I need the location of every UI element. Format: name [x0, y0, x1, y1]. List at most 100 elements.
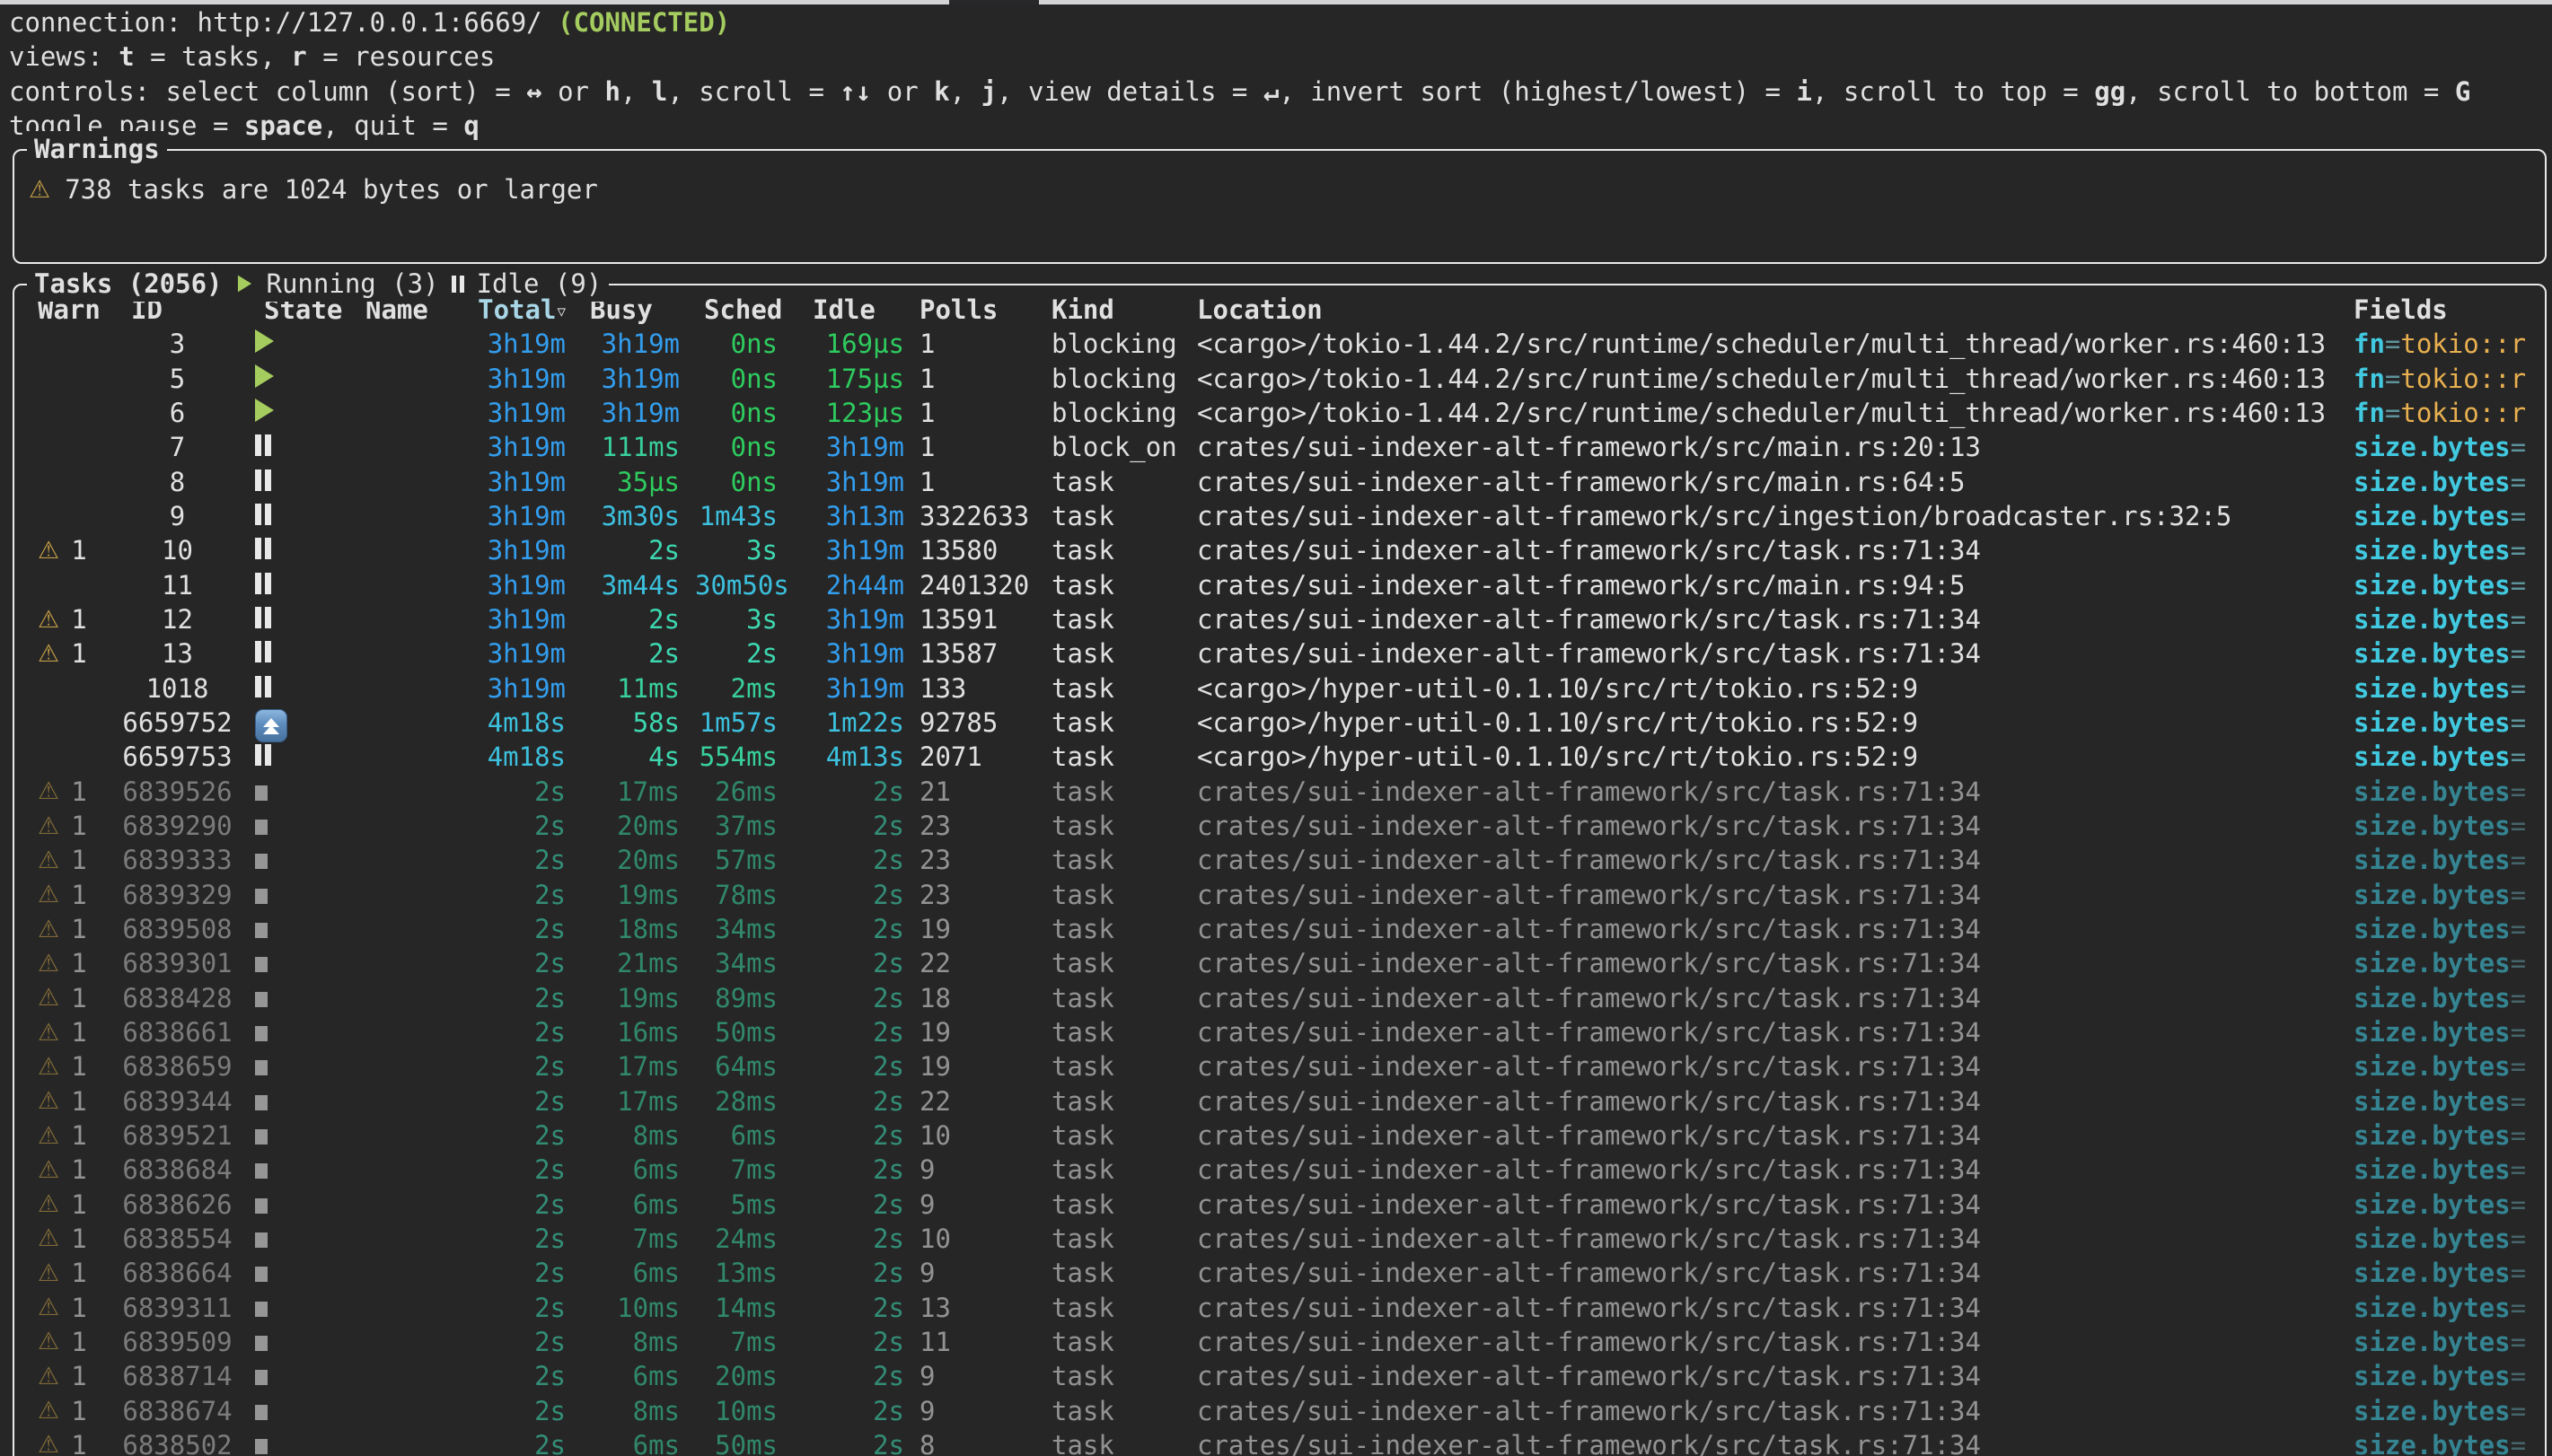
field-key: size.bytes	[2354, 811, 2511, 841]
polls-count: 1	[920, 329, 1036, 359]
idle-duration: 2s	[793, 948, 904, 978]
busy-duration: 17ms	[581, 1086, 680, 1117]
task-fields: size.bytes=	[2354, 1396, 2545, 1426]
warn-count: 1	[71, 1086, 86, 1117]
task-row[interactable]: 93h19m3m30s1m43s3h13m3322633taskcrates/s…	[14, 499, 2545, 533]
task-row[interactable]: 66597524m18s58s1m57s1m22s92785task<cargo…	[14, 706, 2545, 740]
task-row[interactable]: ⚠1123h19m2s3s3h19m13591taskcrates/sui-in…	[14, 602, 2545, 636]
task-row[interactable]: ⚠168386612s16ms50ms2s19taskcrates/sui-in…	[14, 1015, 2545, 1049]
state-cell	[255, 398, 364, 428]
state-cell	[255, 741, 364, 772]
idle-state-icon	[255, 434, 271, 456]
task-row[interactable]: ⚠168384282s19ms89ms2s18taskcrates/sui-in…	[14, 981, 2545, 1015]
busy-duration: 8ms	[581, 1396, 680, 1426]
task-row[interactable]: ⚠168393012s21ms34ms2s22taskcrates/sui-in…	[14, 946, 2545, 980]
task-row[interactable]: ⚠1103h19m2s3s3h19m13580taskcrates/sui-in…	[14, 533, 2545, 567]
task-row[interactable]: ⚠168395092s8ms7ms2s11taskcrates/sui-inde…	[14, 1325, 2545, 1359]
task-row[interactable]: 33h19m3h19m0ns169µs1blocking<cargo>/toki…	[14, 327, 2545, 361]
task-row[interactable]: 53h19m3h19m0ns175µs1blocking<cargo>/toki…	[14, 362, 2545, 396]
task-location: crates/sui-indexer-alt-framework/src/tas…	[1197, 638, 2354, 669]
field-key: size.bytes	[2354, 1430, 2511, 1456]
task-row[interactable]: ⚠168386592s17ms64ms2s19taskcrates/sui-in…	[14, 1049, 2545, 1083]
task-fields: size.bytes=	[2354, 638, 2545, 669]
field-separator: =	[2511, 1120, 2526, 1151]
col-header-total-sorted[interactable]: Total▿	[472, 294, 566, 325]
warn-cell: ⚠1	[38, 1293, 115, 1323]
task-id: 12	[115, 604, 240, 635]
idle-duration: 123µs	[793, 398, 904, 428]
col-header-kind[interactable]: Kind	[1052, 294, 1182, 325]
task-row[interactable]: 66597534m18s4s554ms4m13s2071task<cargo>/…	[14, 740, 2545, 774]
busy-duration: 35µs	[581, 467, 680, 497]
warn-cell: ⚠1	[38, 1361, 115, 1391]
task-location: crates/sui-indexer-alt-framework/src/tas…	[1197, 1293, 2354, 1323]
polls-count: 10	[920, 1120, 1036, 1151]
task-kind: task	[1052, 501, 1182, 531]
warning-triangle-icon: ⚠	[38, 1190, 59, 1218]
task-row[interactable]: 10183h19m11ms2ms3h19m133task<cargo>/hype…	[14, 671, 2545, 706]
task-kind: task	[1052, 1361, 1182, 1391]
field-separator: =	[2511, 811, 2526, 841]
col-header-location[interactable]: Location	[1197, 294, 2354, 325]
total-duration: 2s	[472, 1361, 566, 1391]
warn-count: 1	[71, 1258, 86, 1288]
idle-duration: 2s	[793, 1396, 904, 1426]
field-key: size.bytes	[2354, 432, 2511, 462]
task-location: crates/sui-indexer-alt-framework/src/tas…	[1197, 983, 2354, 1013]
sched-duration: 14ms	[695, 1293, 778, 1323]
task-row[interactable]: 83h19m35µs0ns3h19m1taskcrates/sui-indexe…	[14, 465, 2545, 499]
field-separator: =	[2511, 914, 2526, 944]
col-header-sched[interactable]: Sched	[695, 294, 778, 325]
help-line-4: toggle pause = space, quit = q	[9, 109, 2552, 143]
task-row[interactable]: 63h19m3h19m0ns123µs1blocking<cargo>/toki…	[14, 396, 2545, 430]
stopped-state-icon	[255, 923, 268, 938]
col-header-polls[interactable]: Polls	[920, 294, 1036, 325]
task-row[interactable]: ⚠168387142s6ms20ms2s9taskcrates/sui-inde…	[14, 1359, 2545, 1393]
task-row[interactable]: ⚠168393292s19ms78ms2s23taskcrates/sui-in…	[14, 878, 2545, 912]
field-separator: =	[2511, 1293, 2526, 1323]
warn-count: 1	[71, 638, 86, 669]
field-key: size.bytes	[2354, 880, 2511, 910]
task-row[interactable]: ⚠168395262s17ms26ms2s21taskcrates/sui-in…	[14, 775, 2545, 809]
task-row[interactable]: ⚠1133h19m2s2s3h19m13587taskcrates/sui-in…	[14, 636, 2545, 671]
task-id: 6839509	[115, 1327, 240, 1357]
task-row[interactable]: ⚠168386262s6ms5ms2s9taskcrates/sui-index…	[14, 1188, 2545, 1222]
task-fields: size.bytes=	[2354, 1430, 2545, 1456]
warn-cell: ⚠1	[38, 845, 115, 875]
col-header-fields[interactable]: Fields	[2354, 294, 2545, 325]
task-row[interactable]: ⚠168386842s6ms7ms2s9taskcrates/sui-index…	[14, 1153, 2545, 1187]
task-row[interactable]: 73h19m111ms0ns3h19m1block_oncrates/sui-i…	[14, 430, 2545, 464]
window-top-edge	[0, 0, 2552, 4]
task-row[interactable]: ⚠168385022s6ms50ms2s8taskcrates/sui-inde…	[14, 1428, 2545, 1456]
field-key: size.bytes	[2354, 948, 2511, 978]
task-row[interactable]: ⚠168386642s6ms13ms2s9taskcrates/sui-inde…	[14, 1256, 2545, 1290]
task-row[interactable]: 113h19m3m44s30m50s2h44m2401320taskcrates…	[14, 568, 2545, 602]
task-row[interactable]: ⚠168393112s10ms14ms2s13taskcrates/sui-in…	[14, 1290, 2545, 1324]
task-row[interactable]: ⚠168393442s17ms28ms2s22taskcrates/sui-in…	[14, 1084, 2545, 1118]
task-row[interactable]: ⚠168395212s8ms6ms2s10taskcrates/sui-inde…	[14, 1118, 2545, 1153]
running-state-icon	[255, 399, 274, 422]
field-key: size.bytes	[2354, 914, 2511, 944]
task-row[interactable]: ⚠168395082s18ms34ms2s19taskcrates/sui-in…	[14, 912, 2545, 946]
task-fields: size.bytes=	[2354, 1258, 2545, 1288]
sched-duration: 0ns	[695, 467, 778, 497]
task-row[interactable]: ⚠168385542s7ms24ms2s10taskcrates/sui-ind…	[14, 1222, 2545, 1256]
task-id: 3	[115, 329, 240, 359]
task-location: <cargo>/tokio-1.44.2/src/runtime/schedul…	[1197, 364, 2354, 394]
warn-count: 1	[71, 1430, 86, 1456]
task-row[interactable]: ⚠168386742s8ms10ms2s9taskcrates/sui-inde…	[14, 1393, 2545, 1427]
polls-count: 13580	[920, 535, 1036, 566]
task-id: 6839301	[115, 948, 240, 978]
idle-duration: 2h44m	[793, 570, 904, 601]
task-row[interactable]: ⚠168393332s20ms57ms2s23taskcrates/sui-in…	[14, 843, 2545, 877]
warn-count: 1	[71, 1017, 86, 1048]
sched-duration: 10ms	[695, 1396, 778, 1426]
polls-count: 13587	[920, 638, 1036, 669]
idle-state-icon	[255, 469, 271, 491]
task-row[interactable]: ⚠168392902s20ms37ms2s23taskcrates/sui-in…	[14, 809, 2545, 843]
idle-duration: 4m13s	[793, 741, 904, 772]
task-kind: task	[1052, 1430, 1182, 1456]
field-key: size.bytes	[2354, 604, 2511, 635]
col-header-idle[interactable]: Idle	[793, 294, 904, 325]
idle-duration: 2s	[793, 1120, 904, 1151]
